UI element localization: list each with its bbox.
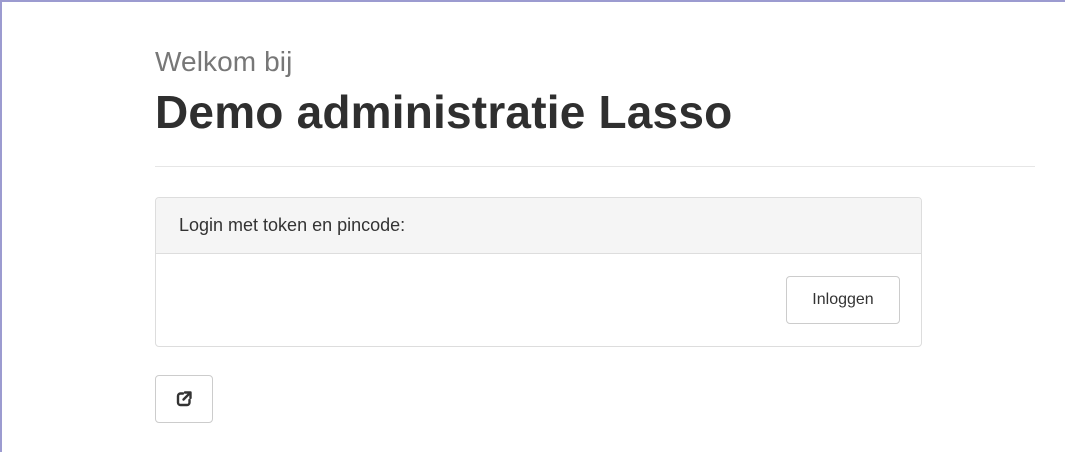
login-panel-body: Inloggen bbox=[156, 254, 921, 346]
login-panel: Login met token en pincode: Inloggen bbox=[155, 197, 922, 347]
external-link-button[interactable] bbox=[155, 375, 213, 423]
welcome-text: Welkom bij bbox=[155, 46, 293, 77]
login-panel-heading: Login met token en pincode: bbox=[156, 198, 921, 254]
external-link-icon bbox=[175, 390, 193, 408]
login-button[interactable]: Inloggen bbox=[786, 276, 900, 324]
page-frame: Welkom bij Demo administratie Lasso Logi… bbox=[0, 0, 1065, 452]
header-divider bbox=[155, 166, 1035, 167]
login-panel-title: Login met token en pincode: bbox=[179, 215, 406, 235]
page-title: Demo administratie Lasso bbox=[155, 86, 733, 138]
